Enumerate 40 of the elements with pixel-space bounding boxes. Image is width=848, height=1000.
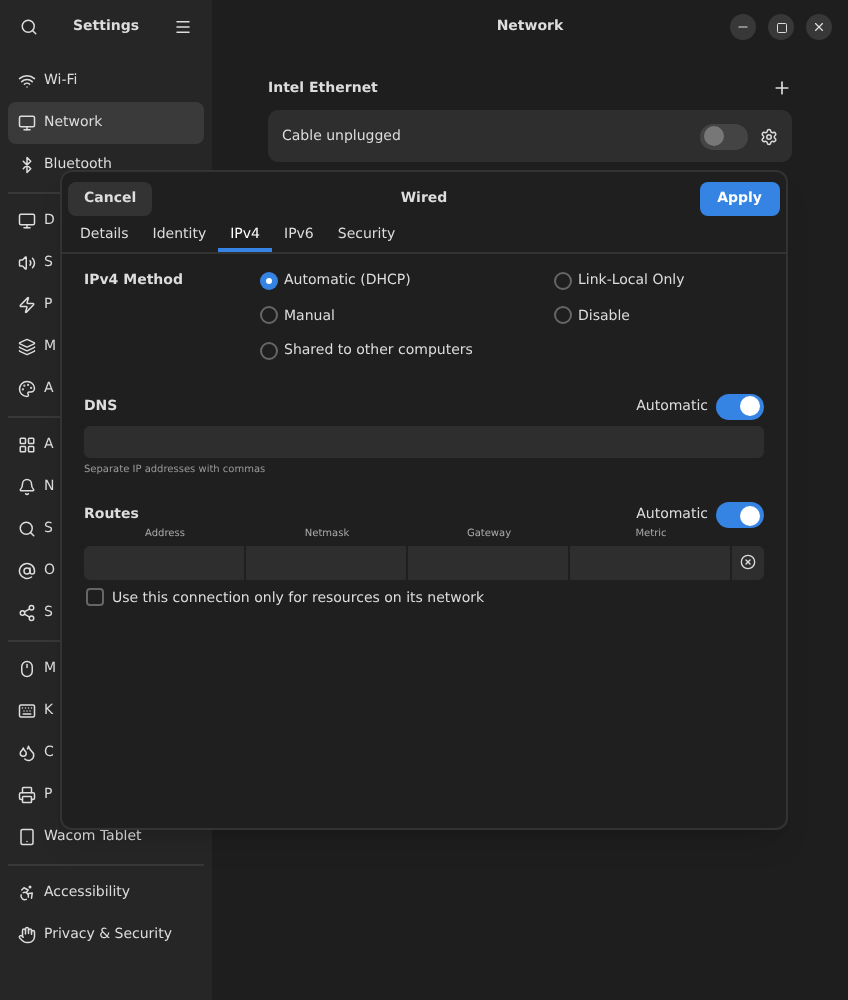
keyboard-icon bbox=[18, 702, 36, 720]
maximize-button[interactable] bbox=[768, 14, 794, 40]
settings-icon[interactable] bbox=[760, 127, 778, 145]
palette-icon bbox=[18, 380, 36, 398]
menu-icon[interactable] bbox=[173, 18, 192, 36]
share-icon bbox=[18, 604, 36, 622]
bluetooth-icon bbox=[18, 156, 36, 174]
wifi-icon bbox=[18, 72, 36, 90]
toggle-switch[interactable] bbox=[700, 123, 748, 149]
tablet-icon bbox=[18, 828, 36, 846]
mouse-icon bbox=[18, 660, 36, 678]
accessibility-icon bbox=[18, 884, 36, 902]
search-icon bbox=[18, 520, 36, 538]
add-icon[interactable] bbox=[772, 78, 792, 98]
minimize-button[interactable] bbox=[730, 14, 756, 40]
radio-button[interactable] bbox=[260, 271, 278, 290]
drops-icon bbox=[18, 744, 36, 762]
hand-icon bbox=[18, 926, 36, 944]
grid-icon bbox=[18, 436, 36, 454]
speaker-icon bbox=[18, 254, 36, 272]
radio-button[interactable] bbox=[260, 341, 278, 360]
bell-icon bbox=[18, 478, 36, 496]
close-button[interactable] bbox=[806, 14, 832, 40]
printer-icon bbox=[18, 786, 36, 804]
search-icon[interactable] bbox=[20, 18, 38, 36]
toggle-switch[interactable] bbox=[716, 393, 764, 419]
radio-button[interactable] bbox=[260, 306, 278, 325]
monitor-icon bbox=[18, 114, 36, 132]
layers-icon bbox=[18, 338, 36, 356]
checkbox[interactable] bbox=[86, 588, 104, 607]
at-icon bbox=[18, 562, 36, 580]
toggle-switch[interactable] bbox=[716, 502, 764, 528]
monitor-icon bbox=[18, 212, 36, 230]
minimize-icon bbox=[736, 20, 750, 34]
clear-icon[interactable] bbox=[740, 554, 756, 570]
radio-button[interactable] bbox=[554, 306, 572, 325]
radio-button[interactable] bbox=[554, 271, 572, 290]
maximize-icon bbox=[775, 21, 787, 33]
lightning-icon bbox=[18, 296, 36, 314]
close-icon bbox=[812, 20, 826, 34]
